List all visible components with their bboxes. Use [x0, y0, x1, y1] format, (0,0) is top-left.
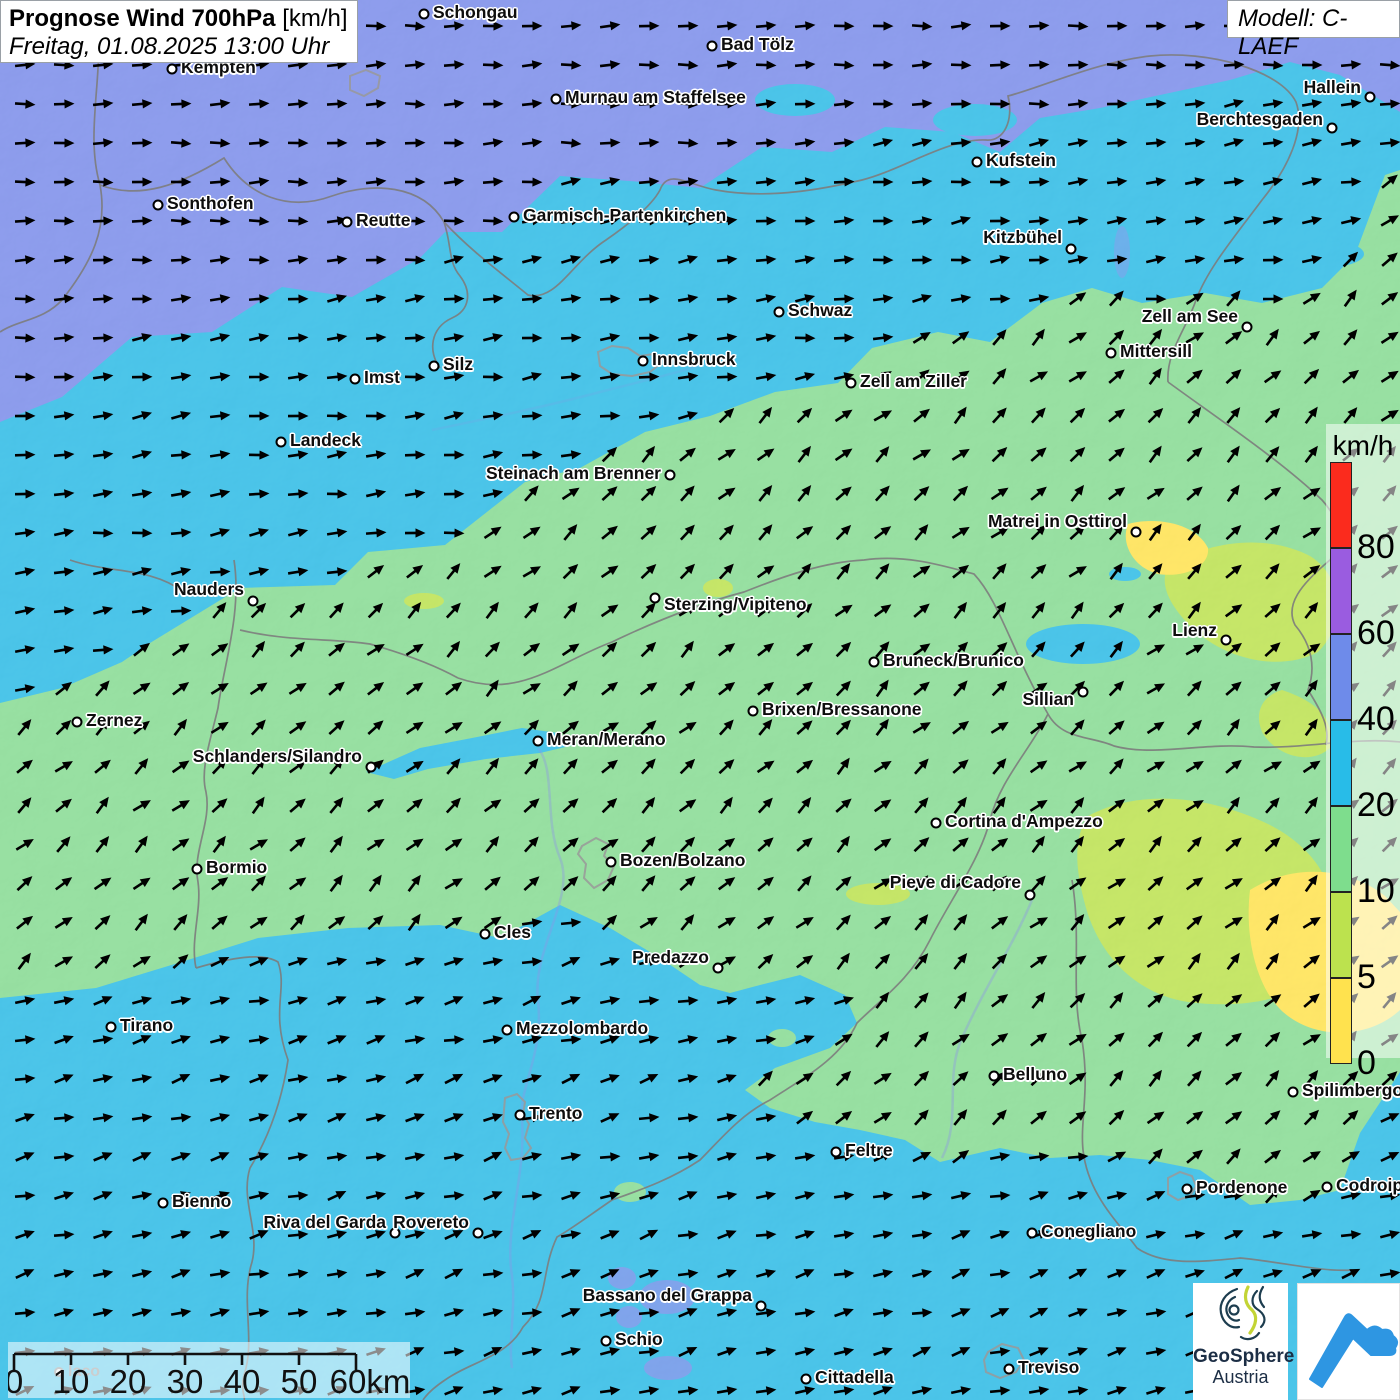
legend-band-10	[1330, 806, 1352, 892]
legend-unit-label: km/h	[1326, 430, 1400, 462]
partner-logo	[1297, 1283, 1400, 1400]
geosphere-logo-subtext: Austria	[1193, 1368, 1288, 1388]
legend-band-40	[1330, 634, 1352, 720]
legend-tick-label: 10	[1357, 874, 1395, 908]
wind-forecast-map: SchongauBad TölzKemptenMurnau am Staffel…	[0, 0, 1400, 1400]
legend-tick-label: 0	[1357, 1046, 1376, 1080]
map-title: Prognose Wind 700hPa [km/h]	[9, 5, 349, 33]
weather-map-canvas[interactable]	[0, 0, 1400, 1400]
terrain-relief	[0, 0, 1400, 1400]
model-label: Modell: C-LAEF	[1227, 0, 1400, 38]
legend-tick-label: 5	[1357, 960, 1376, 994]
legend-band-20	[1330, 720, 1352, 806]
mountain-cloud-icon	[1298, 1284, 1400, 1400]
wind-speed-legend: km/h 806040201050	[1326, 424, 1400, 1058]
legend-tick-label: 40	[1357, 702, 1395, 736]
geosphere-logo-text: GeoSphere	[1193, 1347, 1288, 1368]
legend-tick-label: 20	[1357, 788, 1395, 822]
scale-bar: 0 10 20 30 40 50 60km	[8, 1342, 410, 1398]
legend-band-80	[1330, 462, 1352, 548]
legend-band-5	[1330, 892, 1352, 978]
map-title-unit: [km/h]	[282, 5, 347, 32]
geosphere-austria-logo: GeoSphere Austria	[1193, 1283, 1288, 1400]
title-panel: Prognose Wind 700hPa [km/h] Freitag, 01.…	[0, 0, 358, 63]
legend-band-0	[1330, 978, 1352, 1064]
scale-tick-label: 0	[8, 1363, 23, 1398]
scale-tick-label: 20	[110, 1363, 147, 1398]
legend-band-60	[1330, 548, 1352, 634]
scale-tick-label: 30	[167, 1363, 204, 1398]
scale-tick-label: 50	[281, 1363, 318, 1398]
legend-tick-label: 80	[1357, 530, 1395, 564]
scale-tick-label: 60km	[330, 1363, 410, 1398]
geosphere-contour-icon	[1211, 1283, 1271, 1341]
scale-tick-label: 10	[53, 1363, 90, 1398]
legend-tick-label: 60	[1357, 616, 1395, 650]
forecast-datetime: Freitag, 01.08.2025 13:00 Uhr	[9, 33, 349, 61]
scale-tick-label: 40	[224, 1363, 261, 1398]
